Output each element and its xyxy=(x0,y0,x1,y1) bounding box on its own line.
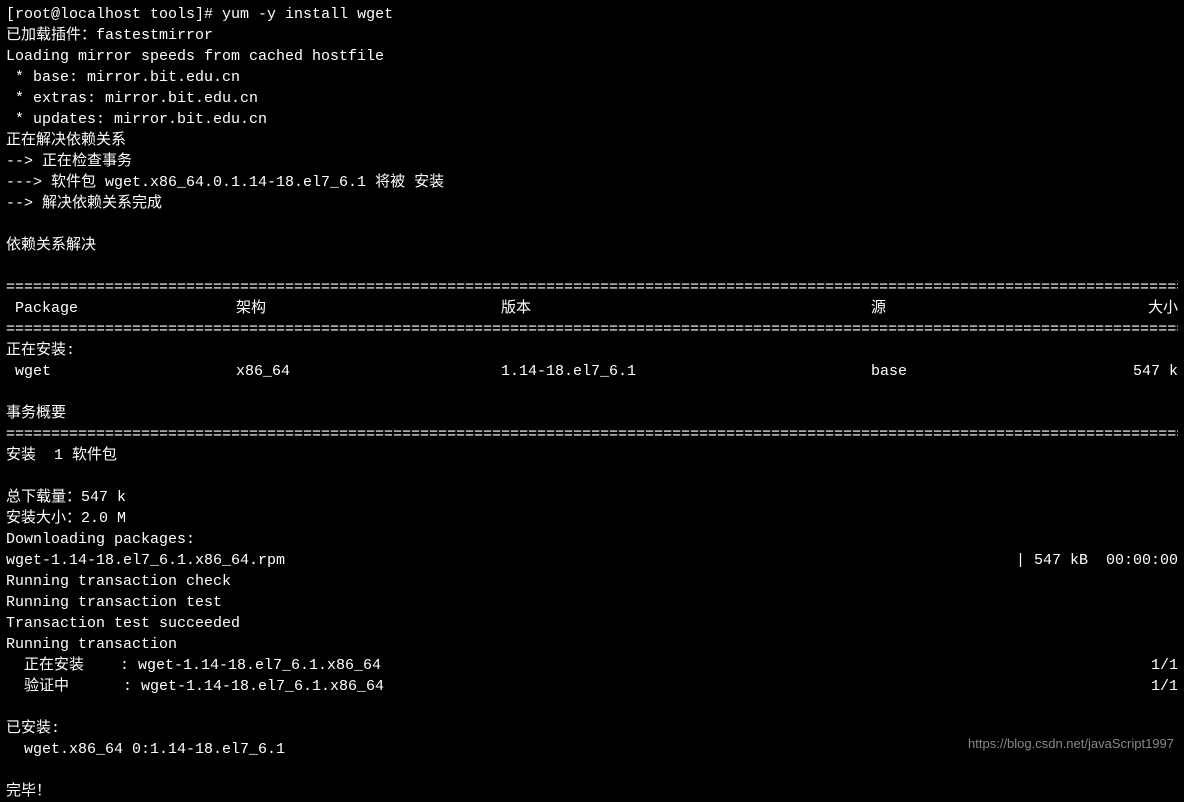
table-divider: ========================================… xyxy=(6,277,1178,298)
cell-size: 547 k xyxy=(1101,361,1178,382)
plugins-value: fastestmirror xyxy=(96,27,213,44)
checking-transaction: --> 正在检查事务 xyxy=(6,151,1178,172)
rpm-stats: | 547 kB 00:00:00 xyxy=(1016,550,1178,571)
plugins-label: 已加载插件： xyxy=(6,27,96,44)
verify-step-count: 1/1 xyxy=(1151,676,1178,697)
header-size: 大小 xyxy=(1101,298,1178,319)
install-step-count: 1/1 xyxy=(1151,655,1178,676)
mirror-base: * base: mirror.bit.edu.cn xyxy=(6,67,1178,88)
downloading-packages: Downloading packages: xyxy=(6,529,1178,550)
install-count: 安装 1 软件包 xyxy=(6,445,1178,466)
cell-arch: x86_64 xyxy=(236,361,501,382)
pkg-suffix: 将被 安装 xyxy=(366,174,444,191)
terminal-prompt-line: [root@localhost tools]# yum -y install w… xyxy=(6,4,1178,25)
header-repo: 源 xyxy=(871,298,1101,319)
deps-resolved: 依赖关系解决 xyxy=(6,235,1178,256)
download-line: wget-1.14-18.el7_6.1.x86_64.rpm | 547 kB… xyxy=(6,550,1178,571)
header-version: 版本 xyxy=(501,298,871,319)
finished-deps: --> 解决依赖关系完成 xyxy=(6,193,1178,214)
cell-repo: base xyxy=(871,361,1101,382)
package-line: ---> 软件包 wget.x86_64.0.1.14-18.el7_6.1 将… xyxy=(6,172,1178,193)
blank-line xyxy=(6,466,1178,487)
shell-prompt: [root@localhost tools]# xyxy=(6,6,222,23)
mirror-extras: * extras: mirror.bit.edu.cn xyxy=(6,88,1178,109)
table-divider: ========================================… xyxy=(6,424,1178,445)
output-line: 已加载插件：fastestmirror xyxy=(6,25,1178,46)
table-divider: ========================================… xyxy=(6,319,1178,340)
verify-step-label: 验证中 : wget-1.14-18.el7_6.1.x86_64 xyxy=(6,676,384,697)
resolving-deps: 正在解决依赖关系 xyxy=(6,130,1178,151)
pkg-name: wget.x86_64.0.1.14-18.el7_6.1 xyxy=(105,174,366,191)
install-step-label: 正在安装 : wget-1.14-18.el7_6.1.x86_64 xyxy=(6,655,381,676)
table-row: wget x86_64 1.14-18.el7_6.1 base 547 k xyxy=(6,361,1178,382)
running-transaction: Running transaction xyxy=(6,634,1178,655)
running-test: Running transaction test xyxy=(6,592,1178,613)
table-header: Package 架构 版本 源 大小 xyxy=(6,298,1178,319)
header-package: Package xyxy=(6,298,236,319)
blank-line xyxy=(6,214,1178,235)
total-download: 总下载量：547 k xyxy=(6,487,1178,508)
cell-package: wget xyxy=(6,361,236,382)
cell-version: 1.14-18.el7_6.1 xyxy=(501,361,871,382)
pkg-prefix: ---> 软件包 xyxy=(6,174,105,191)
complete: 完毕！ xyxy=(6,781,1178,802)
test-succeeded: Transaction test succeeded xyxy=(6,613,1178,634)
blank-line xyxy=(6,382,1178,403)
running-check: Running transaction check xyxy=(6,571,1178,592)
watermark: https://blog.csdn.net/javaScript1997 xyxy=(968,735,1174,753)
typed-command: yum -y install wget xyxy=(222,6,393,23)
header-arch: 架构 xyxy=(236,298,501,319)
output-line: Loading mirror speeds from cached hostfi… xyxy=(6,46,1178,67)
blank-line xyxy=(6,256,1178,277)
installing-label: 正在安装: xyxy=(6,340,1178,361)
mirror-updates: * updates: mirror.bit.edu.cn xyxy=(6,109,1178,130)
blank-line xyxy=(6,697,1178,718)
verify-step: 验证中 : wget-1.14-18.el7_6.1.x86_64 1/1 xyxy=(6,676,1178,697)
install-step: 正在安装 : wget-1.14-18.el7_6.1.x86_64 1/1 xyxy=(6,655,1178,676)
rpm-file: wget-1.14-18.el7_6.1.x86_64.rpm xyxy=(6,550,285,571)
transaction-summary: 事务概要 xyxy=(6,403,1178,424)
blank-line xyxy=(6,760,1178,781)
installed-size: 安装大小：2.0 M xyxy=(6,508,1178,529)
